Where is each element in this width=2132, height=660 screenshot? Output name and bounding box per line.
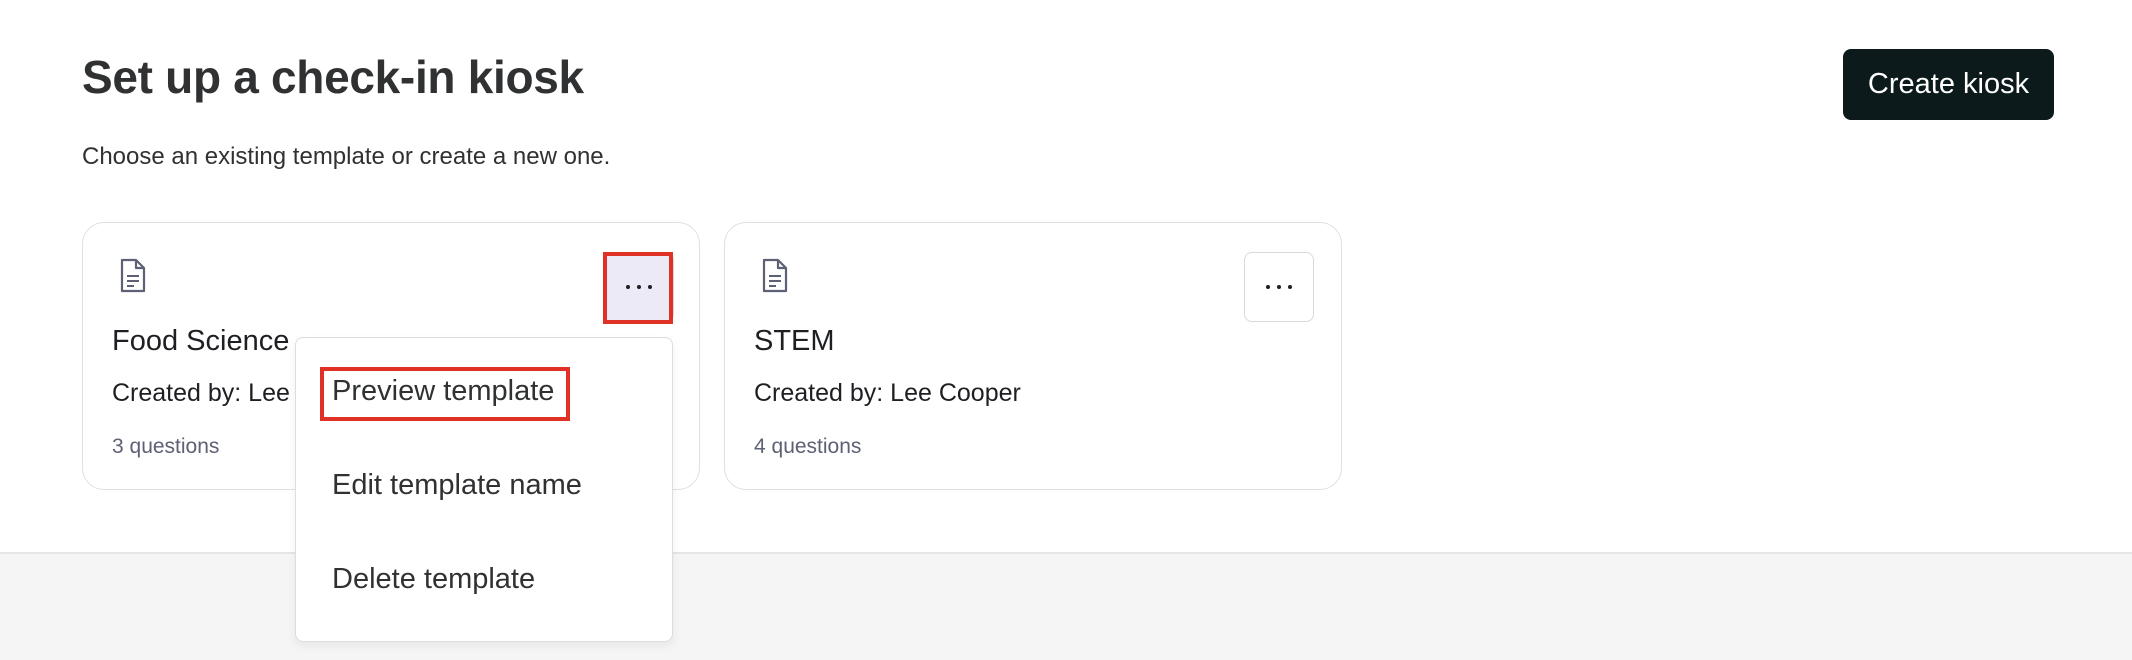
more-options-button[interactable] [1244,252,1314,322]
more-icon [626,285,630,289]
more-options-button[interactable] [604,252,674,322]
page-subtitle: Choose an existing template or create a … [82,143,611,170]
template-title: STEM [754,325,835,357]
document-icon [762,258,788,293]
create-kiosk-button[interactable]: Create kiosk [1843,49,2054,120]
template-author: Created by: Lee [112,379,290,407]
menu-item-edit-template-name[interactable]: Edit template name [332,469,582,502]
document-icon [120,258,146,293]
template-options-menu: Preview template Edit template name Dele… [295,337,673,642]
template-author: Created by: Lee Cooper [754,379,1021,407]
more-icon [1266,285,1270,289]
template-card-stem[interactable]: STEM Created by: Lee Cooper 4 questions [724,222,1342,490]
menu-item-preview-template[interactable]: Preview template [332,375,554,408]
template-question-count: 4 questions [754,435,862,458]
template-question-count: 3 questions [112,435,220,458]
menu-item-delete-template[interactable]: Delete template [332,563,535,596]
template-title: Food Science [112,325,290,357]
page-title: Set up a check-in kiosk [82,51,584,103]
